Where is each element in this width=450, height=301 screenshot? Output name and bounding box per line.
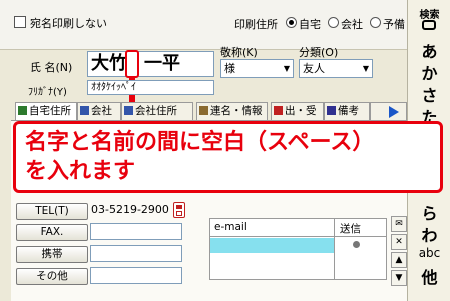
radio-home[interactable] <box>286 17 297 28</box>
name-label: 氏 名(N) <box>30 61 73 74</box>
send-dot-icon[interactable] <box>353 241 360 248</box>
print-address-label: 印刷住所 <box>234 18 278 31</box>
tab-label: 会社 <box>91 105 112 117</box>
category-select[interactable]: 友人 ▼ <box>299 59 373 78</box>
people-icon <box>199 106 208 115</box>
tab-label: 会社住所 <box>135 105 177 117</box>
fax-button[interactable]: FAX. <box>16 224 88 241</box>
callout-line-1: 名字と名前の間に空白（スペース） <box>25 130 375 155</box>
index-sa[interactable]: さ <box>408 82 450 106</box>
other-label: その他 <box>36 270 68 282</box>
tab-send-receive[interactable]: 出・受 <box>271 102 324 120</box>
building-icon <box>124 106 133 115</box>
chevron-down-icon: ▼ <box>283 64 290 73</box>
chevron-down-icon: ▼ <box>362 64 369 73</box>
search-label: 検索 <box>419 10 440 21</box>
other-field[interactable] <box>90 267 182 284</box>
house-icon <box>18 106 27 115</box>
tab-label: 自宅住所 <box>29 105 71 117</box>
furigana-value: ｵｵﾀｹｲｯﾍﾟｲ <box>91 82 136 93</box>
honorific-label: 敬称(K) <box>220 46 258 59</box>
index-ra[interactable]: ら <box>408 200 450 224</box>
tab-company[interactable]: 会社 <box>77 102 121 120</box>
furigana-input[interactable]: ｵｵﾀｹｲｯﾍﾟｲ <box>87 80 214 95</box>
tel-button[interactable]: TEL(T) <box>16 203 88 220</box>
radio-spare[interactable] <box>370 17 381 28</box>
index-other[interactable]: 他 <box>408 264 450 288</box>
tab-home-address[interactable]: 自宅住所 <box>15 102 77 120</box>
index-ka[interactable]: か <box>408 60 450 84</box>
col-email: e-mail <box>214 221 247 233</box>
binoculars-icon <box>422 20 436 30</box>
honorific-select[interactable]: 様 ▼ <box>220 59 294 78</box>
tab-label: 連名・情報 <box>210 105 263 117</box>
index-wa[interactable]: わ <box>408 222 450 246</box>
move-up-icon[interactable]: ▲ <box>391 252 407 268</box>
column-divider <box>334 219 335 279</box>
building-icon <box>80 106 89 115</box>
tab-label: 出・受 <box>285 105 317 117</box>
no-print-label: 宛名印刷しない <box>30 17 107 30</box>
honorific-value: 様 <box>224 62 235 75</box>
name-family: 大竹 <box>91 53 127 74</box>
tab-company-address[interactable]: 会社住所 <box>121 102 193 120</box>
index-a[interactable]: あ <box>408 38 450 62</box>
fax-field[interactable] <box>90 223 182 240</box>
tab-notes[interactable]: 備考 <box>324 102 370 120</box>
category-value: 友人 <box>303 62 325 75</box>
tab-joint-info[interactable]: 連名・情報 <box>196 102 268 120</box>
no-print-checkbox[interactable] <box>14 16 26 28</box>
tel-label: TEL(T) <box>35 205 69 217</box>
fax-label: FAX. <box>40 226 64 238</box>
category-label: 分類(O) <box>299 46 339 59</box>
phone-icon[interactable] <box>173 202 185 218</box>
delete-icon[interactable]: ✕ <box>391 234 407 250</box>
col-send: 送信 <box>340 223 361 235</box>
radio-home-label: 自宅 <box>299 18 321 31</box>
note-icon <box>327 106 336 115</box>
callout-line-2: を入れます <box>25 159 136 184</box>
mobile-button[interactable]: 携帯 <box>16 246 88 263</box>
email-row-selected[interactable] <box>210 238 334 253</box>
add-email-icon[interactable]: ✉ <box>391 216 407 232</box>
name-given: 一平 <box>144 53 180 74</box>
radio-spare-label: 予備 <box>383 18 405 31</box>
tab-label: 備考 <box>338 105 359 117</box>
tel-value: 03-5219-2900 <box>91 203 169 216</box>
radio-company-label: 会社 <box>341 18 363 31</box>
furigana-label: ﾌﾘｶﾞﾅ(Y) <box>28 87 67 98</box>
name-input[interactable]: 大竹 一平 <box>87 51 214 77</box>
other-button[interactable]: その他 <box>16 268 88 285</box>
index-abc[interactable]: abc <box>408 246 450 260</box>
mobile-label: 携帯 <box>41 248 63 260</box>
radio-company[interactable] <box>328 17 339 28</box>
mailbox-icon <box>274 106 283 115</box>
callout-box: 名字と名前の間に空白（スペース） を入れます <box>13 121 443 193</box>
tab-more[interactable] <box>370 102 407 120</box>
arrow-right-icon <box>389 106 399 118</box>
space-highlight <box>125 50 139 78</box>
move-down-icon[interactable]: ▼ <box>391 270 407 286</box>
mobile-field[interactable] <box>90 245 182 262</box>
